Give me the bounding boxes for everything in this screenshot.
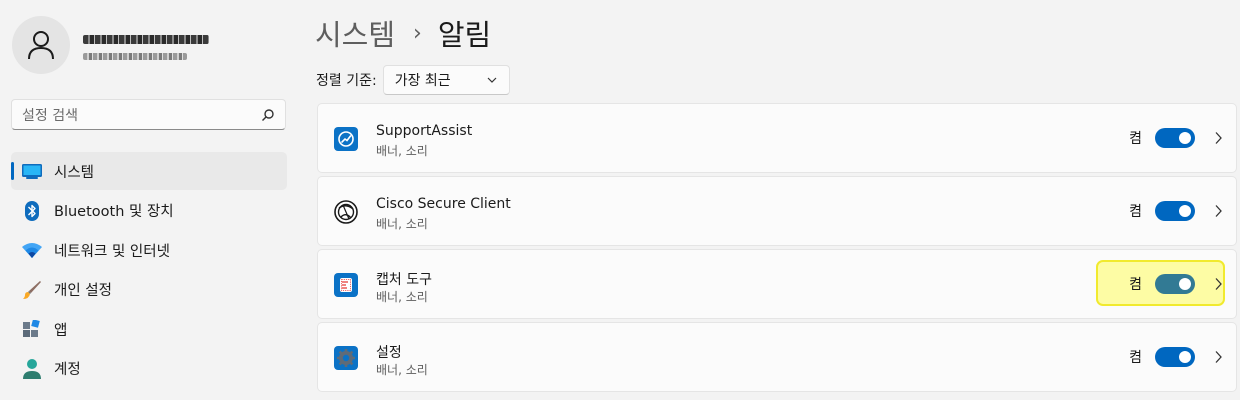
- app-notification-types: 배너, 소리: [376, 290, 428, 304]
- cisco-secure-client-icon: [334, 200, 358, 224]
- app-row-supportassist[interactable]: SupportAssist 배너, 소리 켬: [317, 103, 1237, 173]
- sort-label: 정렬 기준:: [316, 73, 377, 89]
- toggle-state-label: 켬: [1129, 204, 1142, 220]
- sidebar-item-bluetooth[interactable]: Bluetooth 및 장치: [11, 192, 287, 230]
- sidebar-item-network[interactable]: 네트워크 및 인터넷: [11, 231, 287, 269]
- supportassist-icon: [334, 127, 358, 151]
- search-input[interactable]: [12, 100, 264, 131]
- app-row-snipping-tool[interactable]: 캡처 도구 배너, 소리 켬: [317, 249, 1237, 319]
- settings-gear-icon: [334, 346, 358, 370]
- toggle-knob: [1179, 132, 1191, 144]
- person-icon: [28, 31, 54, 60]
- toggle-state-label: 켬: [1129, 131, 1142, 147]
- search-icon[interactable]: [261, 108, 275, 122]
- sidebar-item-apps[interactable]: 앱: [11, 310, 287, 348]
- app-row-settings[interactable]: 설정 배너, 소리 켬: [317, 322, 1237, 392]
- brush-icon: [21, 279, 43, 301]
- sidebar-nav: 시스템 Bluetooth 및 장치 네트워크 및 인터넷 개인 설정 앱 계정: [11, 152, 287, 389]
- app-name: 캡처 도구: [376, 272, 432, 288]
- user-profile[interactable]: [12, 16, 209, 74]
- app-notification-types: 배너, 소리: [376, 144, 428, 158]
- chevron-right-icon[interactable]: [1213, 204, 1223, 218]
- toggle-knob: [1179, 278, 1191, 290]
- chevron-right-icon[interactable]: [1213, 131, 1223, 145]
- selection-indicator: [11, 162, 14, 180]
- page-title: 알림: [437, 18, 492, 52]
- sort-dropdown[interactable]: 가장 최근: [382, 65, 510, 95]
- app-name: SupportAssist: [376, 123, 473, 139]
- toggle-state-label: 켬: [1129, 277, 1142, 293]
- chevron-right-icon[interactable]: [1213, 350, 1223, 364]
- bluetooth-icon: [21, 200, 43, 222]
- sidebar-item-personalization[interactable]: 개인 설정: [11, 271, 287, 309]
- sidebar-item-label: 앱: [54, 322, 68, 339]
- chevron-down-icon: [487, 77, 497, 83]
- sidebar-item-system[interactable]: 시스템: [11, 152, 287, 190]
- toggle-knob: [1179, 205, 1191, 217]
- search-box[interactable]: [11, 99, 286, 131]
- notification-toggle[interactable]: [1155, 347, 1195, 367]
- toggle-knob: [1179, 351, 1191, 363]
- sidebar-item-label: 개인 설정: [54, 283, 112, 299]
- avatar[interactable]: [12, 16, 70, 74]
- user-name-redacted: [83, 34, 209, 44]
- sidebar-item-accounts[interactable]: 계정: [11, 350, 287, 388]
- app-notification-list: SupportAssist 배너, 소리 켬 Cisco Secure Clie…: [317, 103, 1237, 395]
- user-email-redacted: [83, 52, 187, 60]
- breadcrumb-parent[interactable]: 시스템: [315, 12, 395, 54]
- chevron-right-icon[interactable]: [1213, 277, 1223, 291]
- sidebar: 시스템 Bluetooth 및 장치 네트워크 및 인터넷: [0, 0, 300, 400]
- app-name: 설정: [376, 345, 402, 361]
- monitor-icon: [21, 160, 43, 182]
- sidebar-item-label: 계정: [54, 362, 81, 378]
- snipping-tool-icon: [334, 273, 358, 297]
- breadcrumb-separator: ›: [413, 20, 422, 46]
- notification-toggle[interactable]: [1155, 201, 1195, 221]
- notification-toggle[interactable]: [1155, 128, 1195, 148]
- apps-icon: [21, 318, 43, 340]
- account-icon: [21, 358, 43, 380]
- breadcrumb: 시스템 › 알림: [315, 12, 491, 54]
- sort-control: 정렬 기준: 가장 최근: [316, 65, 510, 95]
- notification-toggle[interactable]: [1155, 274, 1195, 294]
- sidebar-item-label: Bluetooth 및 장치: [54, 204, 174, 220]
- app-row-cisco-secure-client[interactable]: Cisco Secure Client 배너, 소리 켬: [317, 176, 1237, 246]
- sort-value: 가장 최근: [394, 73, 451, 89]
- toggle-state-label: 켬: [1129, 350, 1142, 366]
- app-notification-types: 배너, 소리: [376, 217, 428, 231]
- wifi-icon: [21, 239, 43, 261]
- sidebar-item-label: 시스템: [54, 164, 95, 181]
- app-notification-types: 배너, 소리: [376, 363, 428, 377]
- sidebar-item-label: 네트워크 및 인터넷: [54, 243, 170, 260]
- app-name: Cisco Secure Client: [376, 196, 511, 212]
